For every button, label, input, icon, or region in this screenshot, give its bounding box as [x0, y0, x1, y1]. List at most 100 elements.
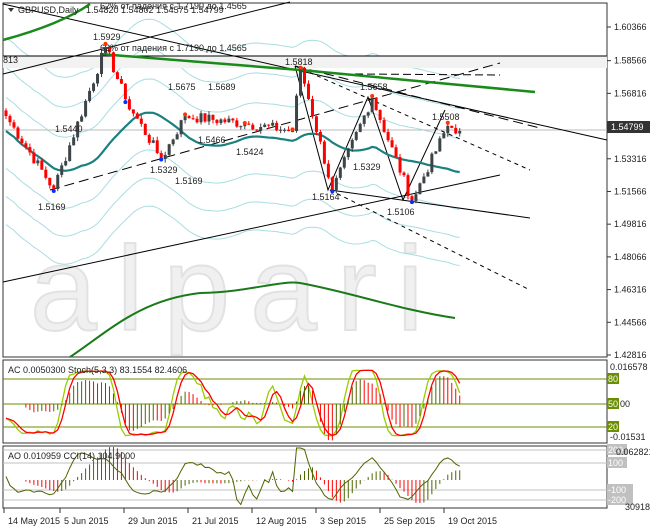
ohlc-readout: 1.54820 1.54802 1.54575 1.54799 — [86, 5, 224, 15]
candle-body — [350, 139, 354, 149]
candle-body — [458, 131, 462, 134]
stoch-level-label: 80 — [608, 374, 618, 384]
chart-canvas[interactable]: alpari 62% от падения с 1.7190 до 1.4565… — [0, 0, 650, 530]
price-axis[interactable]: 1.603661.585661.568161.550661.533161.515… — [607, 22, 647, 360]
fractal-up-marker — [183, 112, 188, 117]
candle-body — [418, 183, 422, 195]
candle-body — [175, 134, 179, 140]
current-price-label: 1.54799 — [611, 122, 644, 132]
trendline — [354, 73, 501, 76]
candle-body — [231, 118, 235, 121]
candle-body — [303, 67, 306, 84]
candle-body — [398, 156, 402, 173]
candle-body — [342, 157, 346, 168]
candle-body — [422, 176, 426, 184]
candle-body — [44, 169, 48, 178]
candle-body — [430, 153, 434, 173]
candle-body — [235, 120, 239, 127]
fractal-up-marker — [242, 121, 247, 126]
candle-body — [394, 147, 398, 157]
candle-body — [374, 97, 378, 111]
trading-chart-window[interactable]: alpari 62% от падения с 1.7190 до 1.4565… — [0, 0, 650, 530]
candle-body — [247, 123, 251, 125]
candle-body — [310, 99, 314, 117]
candle-body — [92, 83, 96, 91]
candle-body — [223, 119, 227, 123]
candle-body — [8, 116, 12, 123]
stoch-level-label: 50 — [608, 399, 618, 409]
candle-body — [314, 116, 318, 132]
candle-body — [227, 118, 231, 123]
date-tick-label: 12 Aug 2015 — [256, 516, 307, 526]
candle-body — [36, 160, 40, 164]
price-annotation: 62% от падения с 1.7190 до 1.4565 — [100, 43, 247, 53]
candle-body — [12, 122, 16, 128]
fractal-up-marker — [290, 127, 295, 132]
price-annotation: 1.5164 — [312, 192, 340, 202]
price-annotation: 1.5329 — [353, 162, 381, 172]
candle-body — [52, 185, 56, 189]
candle-body — [390, 140, 394, 148]
fractal-down-marker — [330, 189, 335, 194]
candle-body — [338, 167, 342, 178]
ao-min-label: 30918 — [625, 502, 650, 512]
candle-body — [135, 113, 139, 119]
watermark-logo: alpari — [30, 222, 444, 356]
price-annotation: 1.5169 — [38, 202, 66, 212]
fractal-down-marker — [123, 100, 128, 105]
candle-body — [191, 118, 195, 120]
candle-body — [68, 145, 72, 161]
candle-body — [111, 52, 115, 73]
candle-body — [434, 151, 438, 154]
candle-body — [402, 172, 406, 176]
fractal-down-marker — [51, 188, 56, 193]
time-axis[interactable]: 14 May 2015 5 Jun 2015 29 Jun 2015 21 Jul 2… — [3, 508, 497, 526]
candle-body — [167, 144, 171, 155]
candle-body — [386, 131, 390, 141]
date-tick-label: 19 Oct 2015 — [448, 516, 497, 526]
candle-body — [40, 160, 44, 170]
date-tick-label: 21 Jul 2015 — [192, 516, 239, 526]
candle-body — [279, 129, 283, 131]
collapse-triangle-icon[interactable] — [8, 8, 14, 12]
candle-body — [88, 90, 92, 101]
candle-body — [32, 152, 36, 164]
price-tick-label: 1.46316 — [614, 285, 647, 295]
chart-symbol-title: GBPUSD,Daily — [18, 5, 79, 15]
price-annotation: 1.5658 — [360, 82, 388, 92]
candle-body — [139, 118, 143, 124]
candle-body — [195, 118, 199, 123]
candle-body — [426, 172, 430, 177]
candle-body — [330, 177, 334, 191]
candle-body — [143, 123, 147, 135]
ac-min-label: -0.01531 — [610, 432, 646, 442]
candle-body — [80, 116, 84, 122]
date-tick-label: 29 Jun 2015 — [128, 516, 178, 526]
trendline — [294, 65, 541, 129]
fractal-up-marker — [298, 65, 303, 70]
date-tick-label: 25 Sep 2015 — [384, 516, 435, 526]
candle-body — [454, 127, 458, 134]
candle-body — [239, 126, 243, 128]
candle-body — [131, 109, 135, 114]
envelope-band — [5, 149, 460, 210]
candle-body — [155, 140, 159, 154]
candle-body — [64, 160, 68, 166]
candle-body — [215, 119, 219, 124]
candle-body — [72, 137, 76, 146]
candle-body — [446, 125, 450, 134]
candle-body — [147, 134, 151, 143]
candle-body — [406, 175, 410, 197]
candle-body — [358, 123, 362, 132]
price-annotation: 1.5466 — [198, 135, 226, 145]
candle-body — [16, 127, 20, 139]
price-tick-label: 1.60366 — [614, 22, 647, 32]
candle-body — [123, 83, 127, 100]
candle-body — [299, 67, 303, 96]
candle-body — [187, 116, 191, 119]
price-annotation: 1.5424 — [236, 147, 264, 157]
candle-body — [28, 147, 32, 153]
date-tick-label: 5 Jun 2015 — [64, 516, 109, 526]
price-tick-label: 1.53316 — [614, 154, 647, 164]
candle-body — [151, 140, 155, 143]
